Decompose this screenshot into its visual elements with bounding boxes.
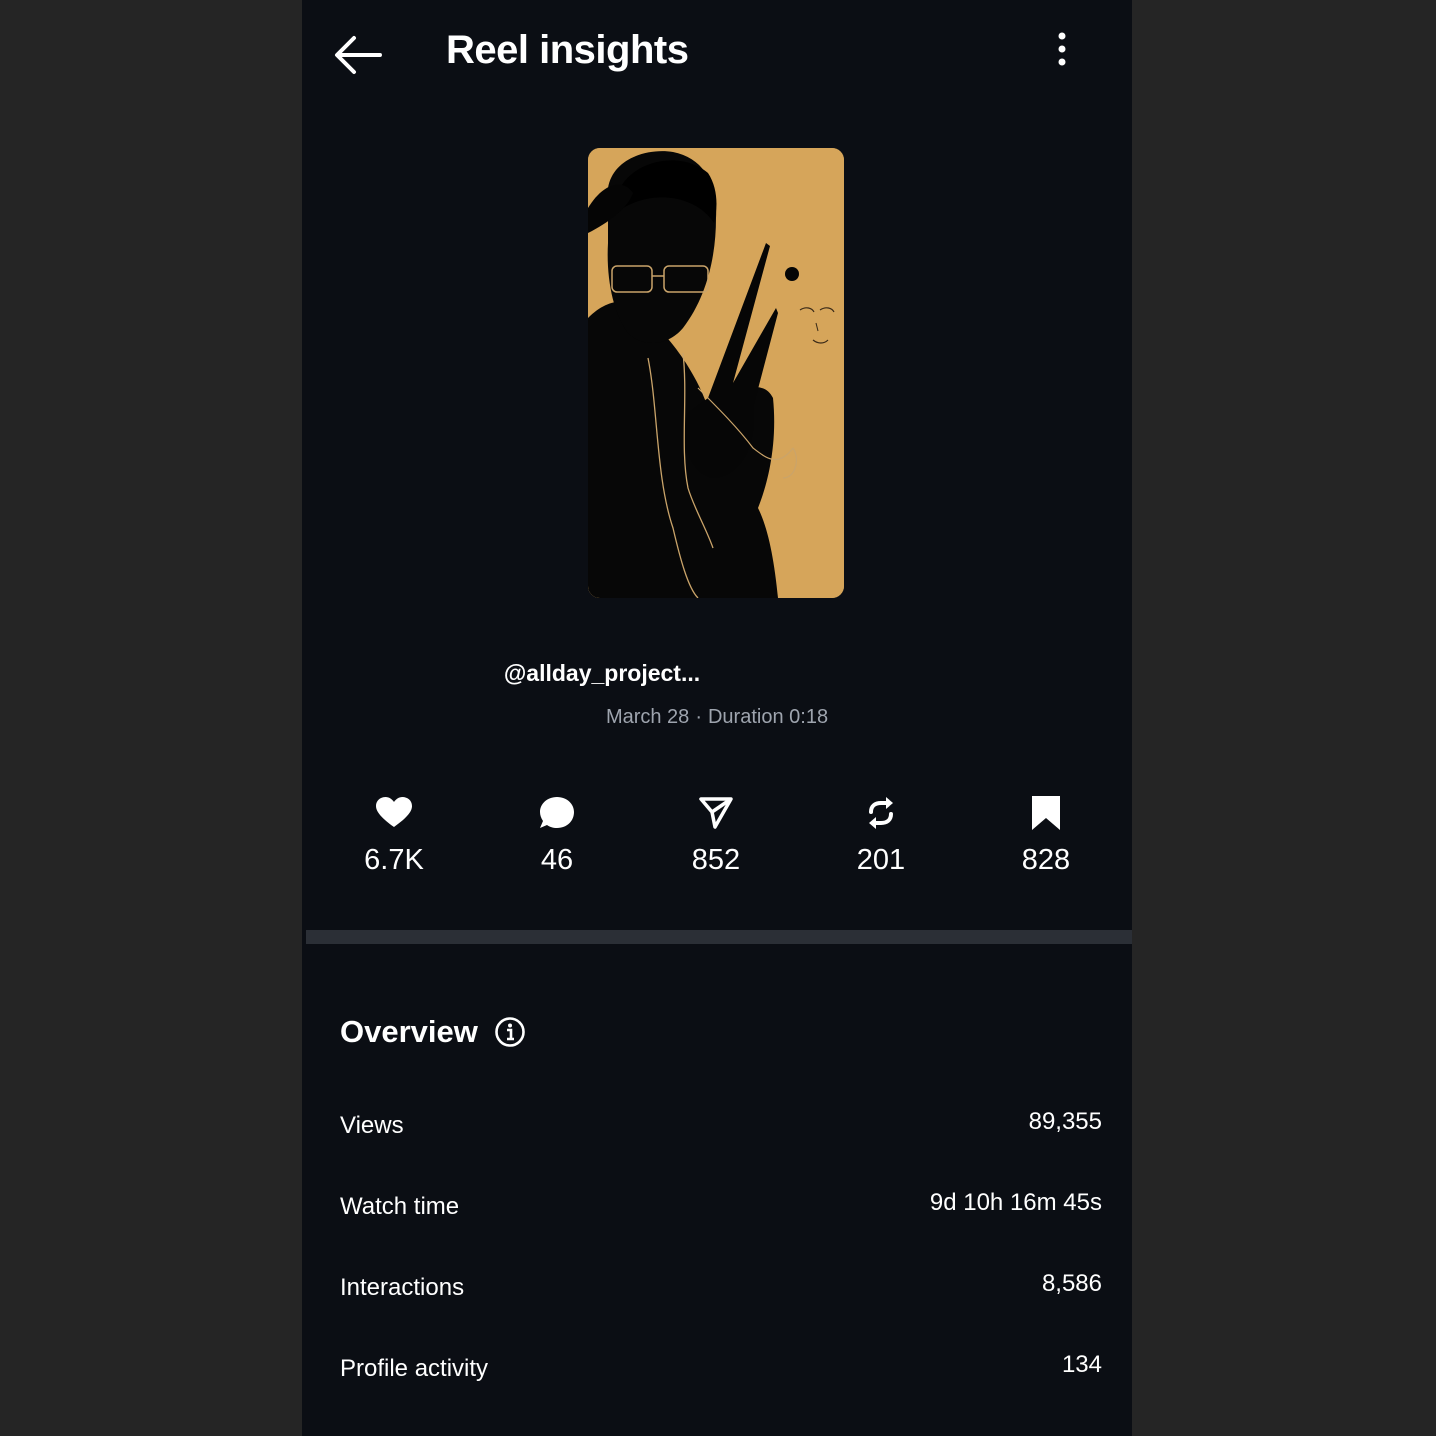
info-icon[interactable] <box>494 1016 526 1048</box>
share-icon <box>699 797 733 829</box>
reel-duration: Duration 0:18 <box>707 706 829 728</box>
stat-reposts[interactable]: 201 <box>816 790 946 877</box>
reel-meta: March 28 · Duration 0:18 <box>302 706 1132 729</box>
section-divider <box>306 930 1132 944</box>
back-button[interactable] <box>330 30 386 80</box>
page-title: Reel insights <box>446 28 689 72</box>
heart-icon <box>376 797 412 827</box>
meta-separator: · <box>695 706 702 728</box>
saves-count: 828 <box>1021 844 1071 876</box>
metric-profile-activity[interactable]: Profile activity 134 <box>340 1351 1102 1395</box>
overview-header: Overview <box>340 1014 526 1050</box>
metric-label: Profile activity <box>340 1355 489 1382</box>
metric-value: 89,355 <box>1028 1108 1102 1135</box>
metric-label: Interactions <box>340 1274 465 1301</box>
comment-icon <box>540 797 574 828</box>
more-options-button[interactable] <box>1047 28 1077 72</box>
reel-thumbnail[interactable] <box>588 148 844 598</box>
post-date: March 28 <box>605 706 690 728</box>
overview-title: Overview <box>340 1014 478 1049</box>
metric-interactions[interactable]: Interactions 8,586 <box>340 1270 1102 1314</box>
stat-likes[interactable]: 6.7K <box>329 790 459 877</box>
metric-views[interactable]: Views 89,355 <box>340 1108 1102 1152</box>
likes-count: 6.7K <box>364 844 424 876</box>
metric-label: Watch time <box>340 1193 460 1220</box>
repost-icon <box>869 797 893 829</box>
reposts-count: 201 <box>856 844 906 876</box>
metric-value: 8,586 <box>1041 1270 1102 1297</box>
metric-label: Views <box>340 1112 404 1139</box>
engagement-stats: 6.7K 46 852 201 828 <box>302 790 1132 900</box>
stat-comments[interactable]: 46 <box>492 790 622 877</box>
reel-insights-screen: Reel insights @allday_project... March 2… <box>302 0 1132 1436</box>
shares-count: 852 <box>691 844 741 876</box>
more-vertical-icon <box>1058 32 1066 66</box>
stat-shares[interactable]: 852 <box>651 790 781 877</box>
top-bar: Reel insights <box>302 0 1132 110</box>
arrow-left-icon <box>335 36 382 74</box>
account-handle[interactable]: @allday_project... <box>302 660 1132 687</box>
stat-saves[interactable]: 828 <box>981 790 1111 877</box>
metric-watch-time[interactable]: Watch time 9d 10h 16m 45s <box>340 1189 1102 1233</box>
bookmark-icon <box>1032 796 1060 830</box>
metric-value: 134 <box>1061 1351 1102 1378</box>
comments-count: 46 <box>540 844 574 876</box>
reel-thumbnail-illustration <box>588 148 844 598</box>
metric-value: 9d 10h 16m 45s <box>929 1189 1102 1216</box>
